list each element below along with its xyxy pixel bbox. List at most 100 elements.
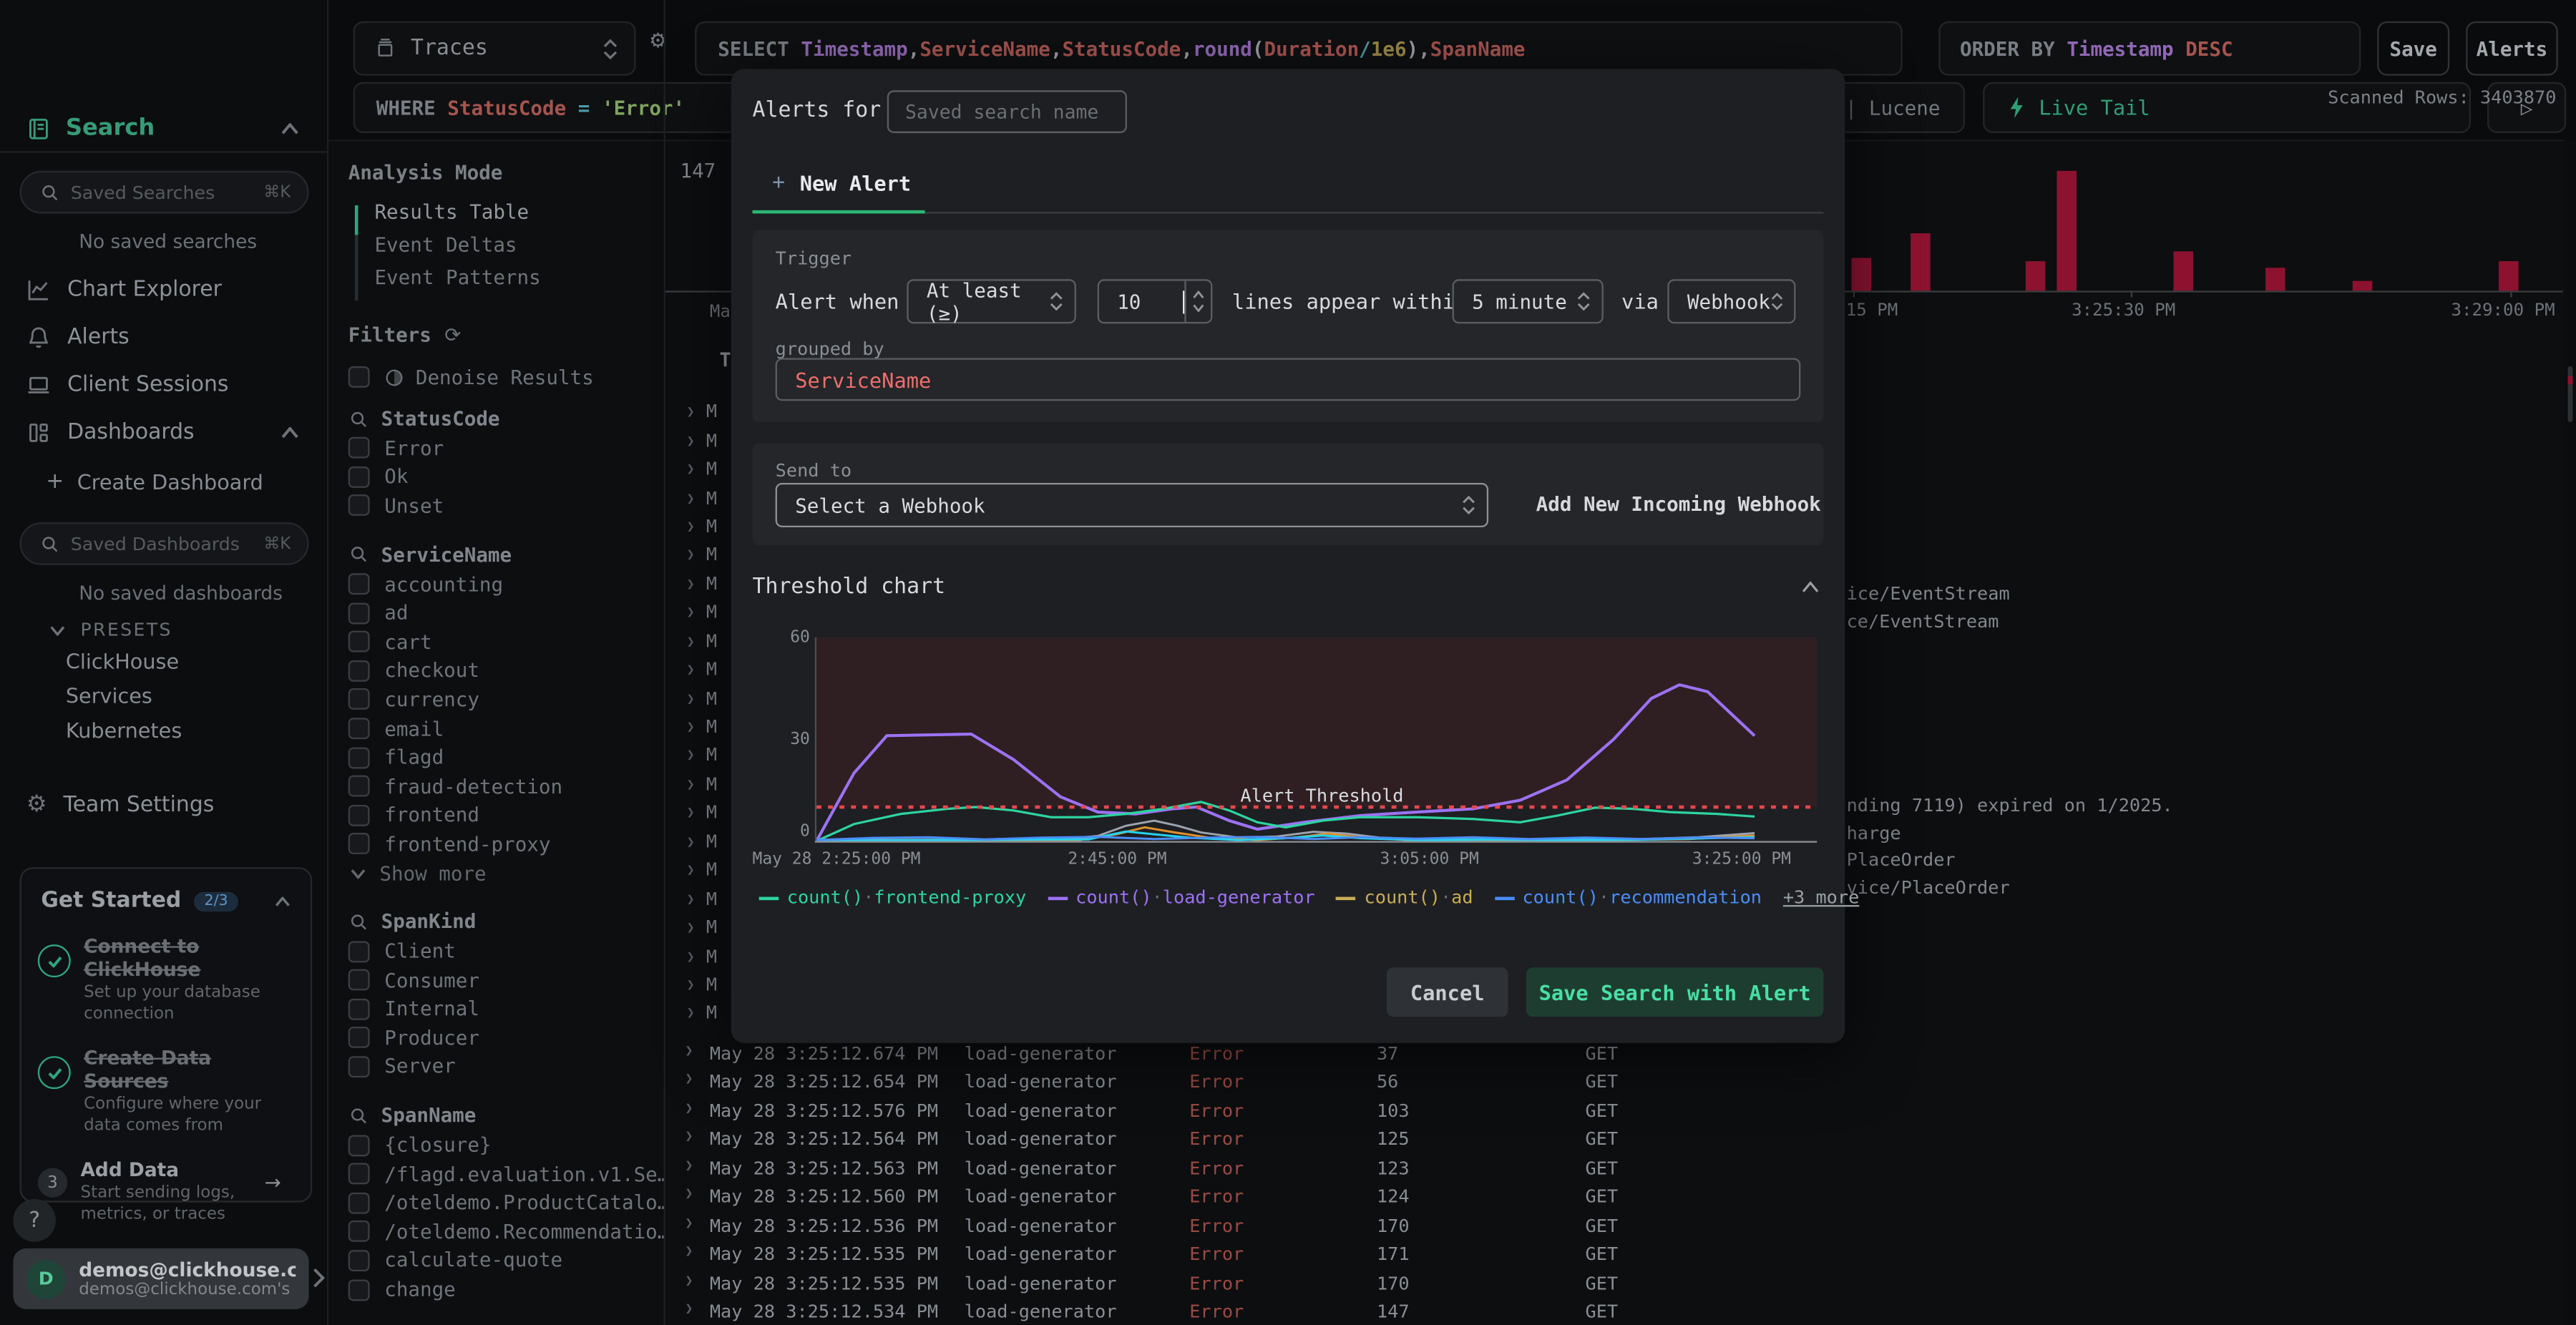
checkbox[interactable] [348, 969, 370, 991]
row-expand-chevron-icon[interactable]: ❯ [687, 404, 695, 419]
row-expand-chevron-icon[interactable]: ❯ [687, 806, 695, 821]
checkbox[interactable] [348, 1056, 370, 1078]
row-expand-chevron-icon[interactable]: ❯ [687, 949, 695, 964]
sidebar-item-dashboards[interactable]: Dashboards [0, 411, 328, 454]
legend-item[interactable]: count() · frontend-proxy [758, 887, 1026, 909]
histogram-bar[interactable] [1851, 258, 1872, 291]
table-row[interactable]: ❯ May 28 3:25:12.564 PM load-generator Erro… [665, 1125, 2576, 1154]
checkbox[interactable] [348, 804, 370, 826]
checkbox[interactable] [348, 940, 370, 962]
cancel-button[interactable]: Cancel [1386, 967, 1508, 1017]
checkbox[interactable] [348, 689, 370, 710]
checkbox[interactable] [348, 1163, 370, 1185]
filter-option[interactable]: Producer [328, 1024, 663, 1052]
create-dashboard-button[interactable]: + Create Dashboard [46, 470, 263, 494]
chevron-up-icon[interactable] [274, 896, 291, 906]
stepper-up-icon[interactable] [1193, 290, 1204, 299]
time-window-select[interactable]: 5 minute [1452, 279, 1604, 324]
row-expand-chevron-icon[interactable]: ❯ [687, 519, 695, 534]
row-expand-chevron-icon[interactable]: ❯ [685, 1043, 693, 1058]
checkbox[interactable] [348, 1278, 370, 1301]
histogram-bar[interactable] [2265, 268, 2285, 291]
row-expand-chevron-icon[interactable]: ❯ [687, 777, 695, 792]
preset-kubernetes[interactable]: Kubernetes [66, 713, 182, 747]
checkbox[interactable] [348, 466, 370, 488]
table-row[interactable]: ❯ May 28 3:25:12.674 PM load-generator Erro… [665, 1040, 2576, 1068]
filter-option[interactable]: accounting [328, 569, 663, 598]
filter-option[interactable]: /oteldemo.Recommendatio… [328, 1217, 664, 1246]
checkbox[interactable] [348, 366, 370, 388]
row-expand-chevron-icon[interactable]: ❯ [685, 1301, 693, 1316]
help-button[interactable]: ? [13, 1199, 57, 1242]
checkbox[interactable] [348, 660, 370, 682]
histogram-bar[interactable] [2499, 261, 2519, 291]
checkbox[interactable] [348, 495, 370, 517]
row-expand-chevron-icon[interactable]: ❯ [685, 1158, 693, 1173]
refresh-icon[interactable]: ⟳ [444, 323, 461, 346]
orderby-input[interactable]: ORDER BY Timestamp DESC [1938, 21, 2361, 76]
number-stepper[interactable] [1184, 280, 1211, 322]
alerts-button[interactable]: Alerts [2466, 21, 2558, 76]
checkbox[interactable] [348, 718, 370, 740]
tab-new-alert[interactable]: + New Alert [772, 171, 911, 195]
histogram-bar[interactable] [2057, 170, 2077, 291]
filter-option[interactable]: checkout [328, 656, 663, 685]
denoise-row[interactable]: Denoise Results [328, 363, 663, 391]
histogram-bar[interactable] [1911, 233, 1931, 291]
sidebar-item-alerts[interactable]: Alerts [0, 316, 328, 358]
table-row[interactable]: ❯ May 28 3:25:12.576 PM load-generator Erro… [665, 1097, 2576, 1125]
chevron-up-icon[interactable] [281, 426, 299, 438]
get-started-header[interactable]: Get Started 2/3 [41, 889, 291, 914]
threshold-number-input[interactable]: 10 [1097, 279, 1213, 324]
filter-option[interactable]: Server [328, 1052, 663, 1081]
row-expand-chevron-icon[interactable]: ❯ [685, 1100, 693, 1115]
histogram-bar[interactable] [2352, 280, 2373, 291]
checkbox[interactable] [348, 602, 370, 624]
filter-option[interactable]: frontend [328, 801, 663, 829]
filter-option[interactable]: Consumer [328, 966, 663, 994]
search-icon[interactable] [350, 913, 368, 931]
row-expand-chevron-icon[interactable]: ❯ [685, 1129, 693, 1144]
sidebar-item-search[interactable]: Search [0, 105, 328, 151]
row-expand-chevron-icon[interactable]: ❯ [687, 433, 695, 448]
collapse-chart-chevron-icon[interactable] [1800, 581, 1820, 593]
add-webhook-button[interactable]: Add New Incoming Webhook [1536, 493, 1821, 516]
preset-services[interactable]: Services [66, 678, 182, 713]
row-expand-chevron-icon[interactable]: ❯ [687, 691, 695, 706]
histogram-bar[interactable] [2173, 251, 2194, 291]
row-expand-chevron-icon[interactable]: ❯ [687, 891, 695, 906]
row-expand-chevron-icon[interactable]: ❯ [687, 662, 695, 678]
get-started-step[interactable]: 3 Add Data Start sending logs, metrics, or… [37, 1158, 291, 1226]
checkbox[interactable] [348, 746, 370, 768]
row-expand-chevron-icon[interactable]: ❯ [687, 1006, 695, 1021]
checkbox[interactable] [348, 833, 370, 855]
filter-option[interactable]: email [328, 714, 663, 743]
table-row[interactable]: ❯ May 28 3:25:12.560 PM load-generator Erro… [665, 1183, 2576, 1211]
row-expand-chevron-icon[interactable]: ❯ [687, 863, 695, 878]
row-expand-chevron-icon[interactable]: ❯ [687, 577, 695, 592]
legend-item[interactable]: count() · load-generator [1048, 887, 1315, 909]
webhook-select[interactable]: Select a Webhook [775, 482, 1489, 527]
scrollbar-track[interactable] [2564, 140, 2576, 1325]
row-expand-chevron-icon[interactable]: ❯ [687, 720, 695, 735]
table-row[interactable]: ❯ May 28 3:25:12.654 PM load-generator Erro… [665, 1068, 2576, 1097]
grouped-by-input[interactable]: ServiceName [775, 358, 1801, 401]
row-expand-chevron-icon[interactable]: ❯ [687, 605, 695, 620]
search-icon[interactable] [350, 1107, 368, 1125]
table-row[interactable]: ❯ May 28 3:25:12.563 PM load-generator Erro… [665, 1154, 2576, 1183]
preset-clickhouse[interactable]: ClickHouse [66, 644, 182, 678]
presets-toggle[interactable]: PRESETS [49, 620, 172, 640]
filter-option[interactable]: {closure} [328, 1130, 663, 1159]
filter-option[interactable]: frontend-proxy [328, 830, 663, 859]
row-expand-chevron-icon[interactable]: ❯ [687, 634, 695, 649]
row-expand-chevron-icon[interactable]: ❯ [685, 1072, 693, 1087]
checkbox[interactable] [348, 1250, 370, 1271]
filter-option[interactable]: cart [328, 627, 663, 656]
save-button[interactable]: Save [2377, 21, 2450, 76]
filter-option[interactable]: /oteldemo.ProductCatalo… [328, 1188, 664, 1217]
filter-option[interactable]: /flagd.evaluation.v1.Se… [328, 1160, 664, 1188]
channel-select[interactable]: Webhook [1667, 279, 1796, 324]
user-account-button[interactable]: D demos@clickhouse.com demos@clickhouse.… [13, 1248, 309, 1309]
legend-item[interactable]: count() · ad [1336, 887, 1473, 909]
save-search-with-alert-button[interactable]: Save Search with Alert [1526, 967, 1824, 1017]
